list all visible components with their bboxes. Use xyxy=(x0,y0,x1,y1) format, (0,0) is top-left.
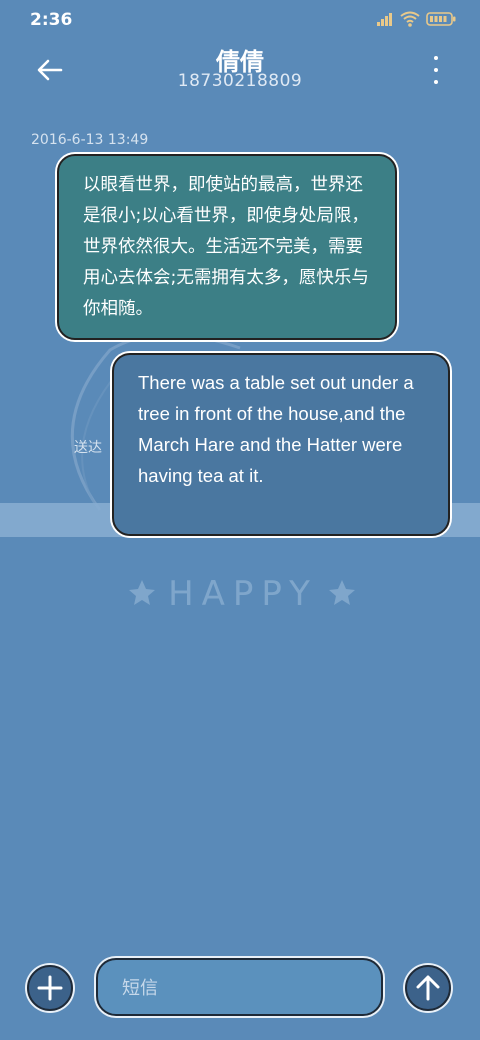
send-button[interactable] xyxy=(405,965,451,1011)
battery-icon xyxy=(426,12,456,26)
more-vertical-icon[interactable] xyxy=(428,56,444,84)
message-composer xyxy=(0,955,480,1025)
status-icons xyxy=(376,11,456,27)
happy-decoration: HAPPY xyxy=(129,574,355,614)
signal-icon xyxy=(377,13,392,26)
outgoing-message-bubble[interactable]: There was a table set out under a tree i… xyxy=(112,353,450,536)
contact-phone-number: 18730218809 xyxy=(177,71,303,91)
delivery-status: 送达 xyxy=(74,440,102,456)
message-input[interactable] xyxy=(120,974,364,1002)
arrow-up-icon xyxy=(416,975,440,1001)
incoming-message-text: 以眼看世界，即使站的最高，世界还是很小;以心看世界，即使身处局限，世界依然很大。… xyxy=(83,175,369,319)
add-attachment-button[interactable] xyxy=(27,965,73,1011)
happy-text: HAPPY xyxy=(168,574,318,614)
wifi-icon xyxy=(400,11,420,27)
incoming-message-bubble[interactable]: 以眼看世界，即使站的最高，世界还是很小;以心看世界，即使身处局限，世界依然很大。… xyxy=(57,154,397,340)
conversation-header: 倩倩 18730218809 xyxy=(0,40,480,100)
message-timestamp: 2016-6-13 13:49 xyxy=(31,132,149,148)
outgoing-message-text: There was a table set out under a tree i… xyxy=(138,372,414,486)
message-input-box[interactable] xyxy=(96,958,383,1016)
status-time: 2:36 xyxy=(30,10,73,30)
plus-icon xyxy=(37,975,63,1001)
status-bar: 2:36 xyxy=(0,0,480,40)
